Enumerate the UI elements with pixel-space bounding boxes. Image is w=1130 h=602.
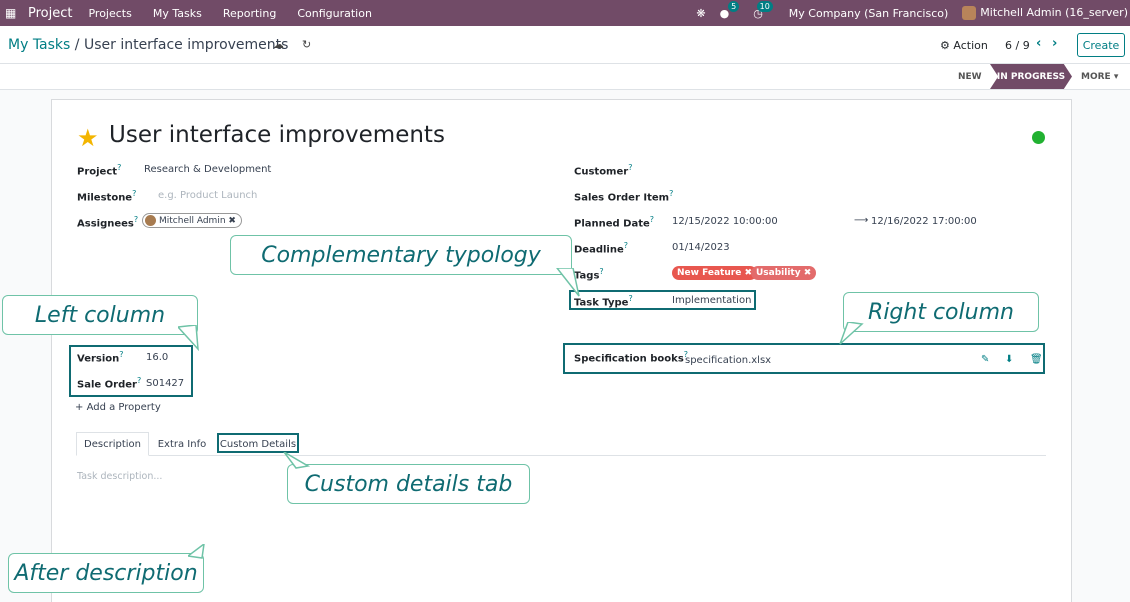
callout-right-column: Right column [843, 292, 1039, 332]
apps-menu-icon[interactable]: ▦ [5, 6, 21, 20]
assignee-chip[interactable]: Mitchell Admin ✖ [142, 213, 242, 228]
field-planned-end[interactable]: 12/16/2022 17:00:00 [871, 216, 977, 227]
messages-count: 5 [728, 0, 740, 12]
company-switcher[interactable]: My Company (San Francisco) [789, 7, 948, 20]
field-planned-start[interactable]: 12/15/2022 10:00:00 [672, 216, 778, 227]
label-project: Project? [77, 163, 122, 178]
activities-count: 10 [756, 0, 773, 12]
control-panel: My Tasks / User interface improvements ☁… [0, 26, 1130, 64]
breadcrumb-separator: / [74, 37, 80, 53]
pager-next-icon[interactable]: › [1052, 36, 1057, 51]
highlight-task-type [569, 290, 756, 310]
remove-assignee-icon[interactable]: ✖ [228, 216, 236, 226]
task-title[interactable]: User interface improvements [109, 122, 445, 148]
callout-pointer [839, 322, 864, 345]
kanban-state-indicator[interactable] [1032, 131, 1045, 144]
callout-left-column: Left column [2, 295, 198, 335]
discard-undo-icon[interactable]: ↻ [302, 38, 311, 51]
tag-new-feature[interactable]: New Feature ✖ [672, 266, 757, 280]
navbar-systray: ❋ ● 5 ◷ 10 My Company (San Francisco) Mitc… [696, 0, 1130, 26]
label-planned-date: Planned Date? [574, 215, 655, 230]
status-bar: NEW IN PROGRESS MORE ▾ [0, 64, 1130, 90]
user-avatar [962, 6, 977, 20]
callout-complementary-typology: Complementary typology [230, 235, 572, 275]
label-assignees: Assignees? [77, 215, 139, 230]
breadcrumb-my-tasks[interactable]: My Tasks [8, 37, 70, 53]
remove-tag-icon[interactable]: ✖ [804, 268, 812, 278]
gear-icon: ⚙ [940, 39, 950, 52]
field-milestone[interactable]: e.g. Product Launch [158, 190, 257, 201]
highlight-right-column [563, 343, 1045, 374]
label-sales-order-item: Sales Order Item? [574, 189, 674, 204]
plus-icon: + [75, 402, 84, 413]
user-menu[interactable]: Mitchell Admin (16_server) [962, 6, 1128, 20]
callout-pointer [556, 268, 580, 297]
pager-previous-icon[interactable]: ‹ [1036, 36, 1041, 51]
tab-description[interactable]: Description [76, 432, 149, 456]
label-milestone: Milestone? [77, 189, 137, 204]
menu-configuration[interactable]: Configuration [297, 7, 372, 20]
star-priority-icon[interactable]: ★ [77, 124, 99, 152]
messages-icon[interactable]: ● 5 [720, 0, 740, 20]
top-navbar: ▦ Project Projects My Tasks Reporting Co… [0, 0, 1130, 26]
description-editor[interactable]: Task description... [77, 471, 162, 482]
more-stages-button[interactable]: MORE ▾ [1081, 64, 1118, 89]
cloud-save-icon[interactable]: ☁ [273, 38, 284, 51]
callout-after-description: After description [8, 553, 204, 593]
callout-pointer [188, 544, 205, 559]
menu-reporting[interactable]: Reporting [223, 7, 276, 20]
breadcrumb-current: User interface improvements [83, 37, 289, 53]
field-deadline[interactable]: 01/14/2023 [672, 242, 730, 253]
caret-down-icon: ▾ [1113, 71, 1119, 82]
user-name: Mitchell Admin (16_server) [980, 6, 1128, 19]
assignee-avatar [145, 215, 156, 226]
field-assignees[interactable]: Mitchell Admin ✖ [142, 213, 242, 228]
stage-in-progress[interactable]: IN PROGRESS [990, 64, 1072, 89]
tab-extra-info[interactable]: Extra Info [151, 432, 213, 456]
highlight-left-column [69, 345, 193, 397]
stage-new[interactable]: NEW [958, 64, 982, 89]
menu-projects[interactable]: Projects [88, 7, 131, 20]
label-customer: Customer? [574, 163, 633, 178]
create-button[interactable]: Create [1077, 33, 1125, 57]
bug-icon[interactable]: ❋ [696, 7, 705, 20]
arrow-right-icon: ⟶ [854, 215, 869, 226]
field-project[interactable]: Research & Development [144, 164, 271, 175]
action-button[interactable]: ⚙ Action [940, 39, 988, 52]
callout-pointer [178, 325, 199, 351]
app-name[interactable]: Project [28, 6, 72, 21]
callout-custom-details-tab: Custom details tab [287, 464, 530, 504]
add-property-button[interactable]: + Add a Property [75, 402, 161, 413]
label-deadline: Deadline? [574, 241, 628, 256]
activities-icon[interactable]: ◷ 10 [753, 0, 773, 20]
tag-usability[interactable]: Usability ✖ [751, 266, 817, 280]
callout-pointer [283, 452, 310, 469]
menu-my-tasks[interactable]: My Tasks [153, 7, 202, 20]
breadcrumb: My Tasks / User interface improvements [8, 37, 288, 53]
pager-value[interactable]: 6 / 9 [1005, 39, 1030, 52]
